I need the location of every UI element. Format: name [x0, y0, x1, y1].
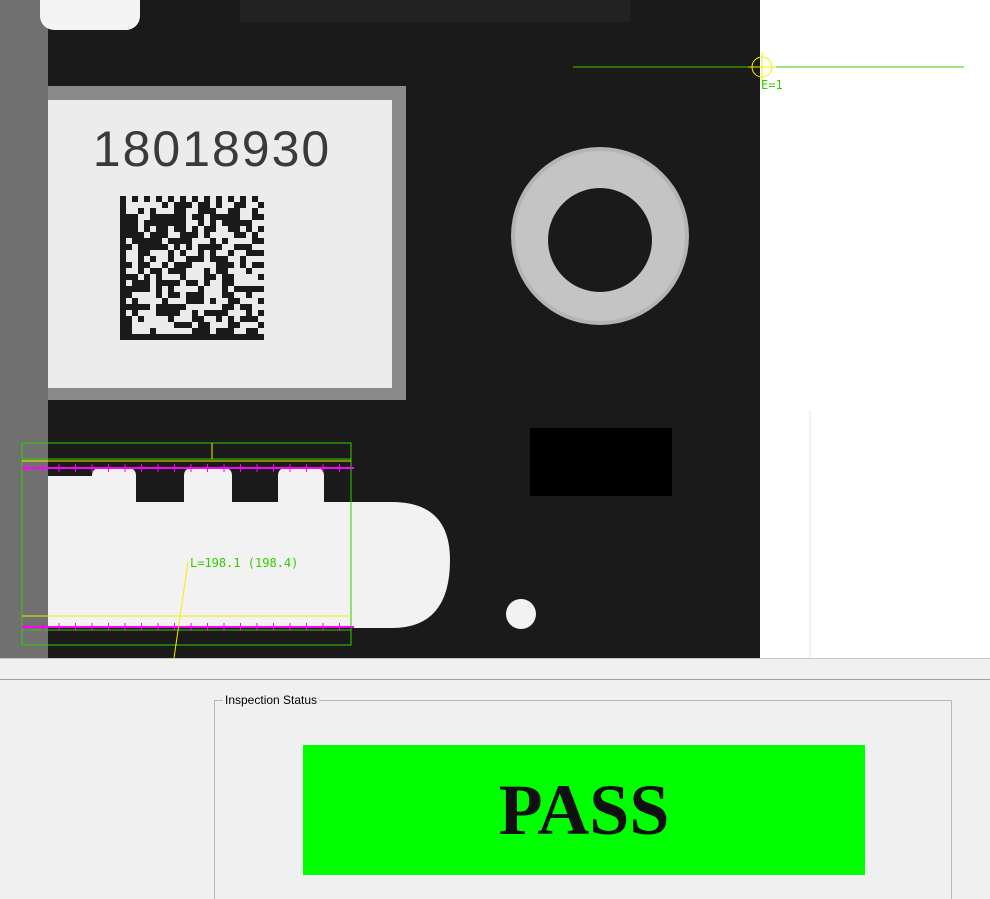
status-indicator: PASS	[303, 745, 865, 875]
inspection-image-viewer[interactable]: 18018930 E=1 L=198.1 (198.4)	[0, 0, 990, 658]
dark-pad	[530, 428, 672, 496]
status-result-text: PASS	[498, 769, 670, 850]
top-marking	[240, 0, 630, 22]
washer-hole	[548, 188, 652, 292]
status-panel: Inspection Status PASS	[0, 658, 990, 899]
edge-label: E=1	[761, 78, 783, 92]
top-cutout	[40, 0, 140, 30]
inspection-image: 18018930 E=1 L=198.1 (198.4)	[0, 0, 964, 658]
small-hole	[506, 599, 536, 629]
inspection-status-group: Inspection Status PASS	[214, 692, 952, 899]
group-title: Inspection Status	[223, 692, 320, 708]
panel-divider	[0, 679, 990, 680]
left-edge-strip	[0, 0, 48, 658]
length-label: L=198.1 (198.4)	[190, 556, 298, 570]
part-number-text: 18018930	[93, 121, 331, 177]
